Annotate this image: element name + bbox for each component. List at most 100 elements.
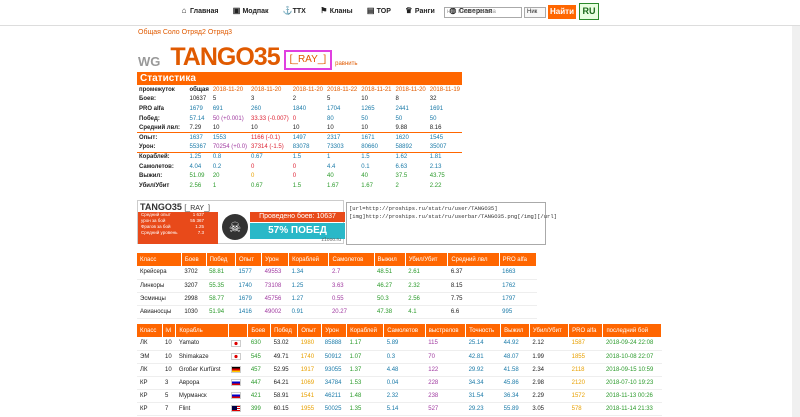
ship-flag bbox=[228, 389, 248, 403]
ship-name[interactable]: Shimakaze bbox=[175, 350, 229, 364]
date-cell: 2018-11-20 bbox=[210, 85, 250, 95]
column-header[interactable]: Боев bbox=[247, 324, 272, 337]
nav-item-3[interactable]: ⚑ Кланы bbox=[320, 4, 352, 18]
column-header[interactable]: Убил/Убит bbox=[405, 253, 449, 266]
column-header[interactable]: Выжил bbox=[500, 324, 530, 337]
clan-tag-link[interactable]: [_RAY_] bbox=[283, 50, 333, 70]
column-header[interactable]: Побед bbox=[206, 253, 237, 266]
ship-name[interactable]: Flint bbox=[175, 402, 229, 416]
stats-value: 10637 bbox=[189, 96, 207, 103]
ship-flag bbox=[228, 402, 248, 416]
stats-value: 8.16 bbox=[429, 124, 442, 131]
column-header[interactable]: Выжил bbox=[374, 253, 406, 266]
ship-row[interactable]: ЛК 10 Großer Kurfürst 457 52.95 1917 93055 1.37… bbox=[137, 363, 662, 377]
ship-cell: 228 bbox=[425, 376, 466, 390]
column-header[interactable]: Побед bbox=[270, 324, 299, 337]
column-header[interactable]: lvl bbox=[162, 324, 177, 337]
ship-name[interactable]: Yamato bbox=[175, 337, 229, 351]
class-row: Авианосцы 1030 51.94 1416 49002 0.91 20.27 47.3… bbox=[137, 305, 537, 319]
stats-value: 57.14 bbox=[189, 115, 205, 122]
column-header[interactable]: Урон bbox=[321, 324, 348, 337]
column-header[interactable]: Корабль bbox=[175, 324, 229, 337]
ship-name[interactable]: Аврора bbox=[175, 376, 229, 390]
nav-item-5[interactable]: ♛ Ранги bbox=[405, 4, 435, 18]
signature-site: z1ooo.ru bbox=[321, 237, 341, 243]
stats-value: 80660 bbox=[361, 144, 378, 151]
column-header[interactable]: Точность bbox=[465, 324, 502, 337]
signature-line: Средний уровень 7.3 bbox=[138, 230, 218, 236]
stats-value: 2.13 bbox=[429, 163, 442, 170]
find-button[interactable]: Найти bbox=[548, 5, 576, 19]
nation-flag-icon bbox=[231, 339, 242, 347]
mods-icon: ▣ bbox=[232, 6, 241, 15]
player-class: WG bbox=[138, 54, 161, 69]
compare-link[interactable]: равнить bbox=[335, 61, 357, 67]
ship-name[interactable]: Мурманск bbox=[175, 389, 229, 403]
column-header[interactable]: Класс bbox=[137, 253, 182, 266]
ship-cell: 50912 bbox=[321, 350, 347, 364]
ship-row[interactable]: ЭМ 10 Shimakaze 545 49.71 1740 50912 1.07 0.3 70 4… bbox=[137, 350, 662, 364]
stats-value: 1553 bbox=[210, 132, 250, 143]
ship-row[interactable]: КР 3 Аврора 447 64.21 1069 34784 1.53 0.04 228 34.… bbox=[137, 376, 662, 390]
column-header[interactable]: PRO alfa bbox=[499, 253, 538, 266]
mode-tabs[interactable]: Общая Соло Отряд2 Отряд3 bbox=[138, 29, 232, 36]
stats-value: 691 bbox=[212, 105, 223, 112]
ship-cell: 2018-11-14 21:33 bbox=[602, 402, 662, 416]
ship-cell: 2118 bbox=[568, 363, 603, 377]
search-type-select[interactable]: Ник bbox=[524, 7, 546, 18]
column-header[interactable]: Самолетов bbox=[328, 253, 375, 266]
stats-value: 1.5 bbox=[359, 151, 394, 162]
scrollbar[interactable] bbox=[792, 26, 800, 417]
stats-value: 1620 bbox=[393, 132, 428, 143]
nav-item-1[interactable]: ▣ Модпак bbox=[232, 4, 269, 18]
column-header[interactable]: Убил/Убит bbox=[529, 324, 570, 337]
class-cell: 1797 bbox=[499, 292, 537, 306]
ship-level: 10 bbox=[162, 350, 176, 364]
ship-cell: 31.54 bbox=[465, 389, 501, 403]
language-button[interactable]: RU bbox=[579, 3, 599, 20]
column-header[interactable]: Опыт bbox=[235, 253, 263, 266]
ship-name[interactable]: Großer Kurfürst bbox=[175, 363, 229, 377]
column-header[interactable]: Самолетов bbox=[383, 324, 426, 337]
skull-icon: ☠ bbox=[222, 214, 248, 240]
column-header[interactable]: последний бой bbox=[602, 324, 662, 337]
stats-value: 5 bbox=[212, 96, 217, 103]
stats-value: 37.5 bbox=[395, 173, 408, 180]
stats-label: Кораблей: bbox=[137, 151, 188, 162]
ship-row[interactable]: КР 5 Мурманск 421 58.91 1541 46211 1.48 2.32 238 3… bbox=[137, 389, 662, 403]
date-cell: 2018-11-20 bbox=[249, 85, 291, 95]
ship-row[interactable]: ЛК 10 Yamato 630 53.02 1980 85888 1.17 5.89 115 25… bbox=[137, 337, 662, 351]
ship-cell: 2018-10-08 22:07 bbox=[602, 350, 662, 364]
class-cell: 3702 bbox=[181, 266, 207, 280]
ship-cell: 52.95 bbox=[270, 363, 298, 377]
column-header[interactable]: Урон bbox=[261, 253, 290, 266]
stats-value: 35007 bbox=[429, 144, 447, 151]
ship-cell: 49.71 bbox=[270, 350, 298, 364]
column-header[interactable]: Опыт bbox=[297, 324, 323, 337]
column-header[interactable] bbox=[228, 324, 249, 337]
search-input[interactable]: ник или тег клана bbox=[444, 7, 522, 18]
column-header[interactable]: выстрелов bbox=[425, 324, 467, 337]
column-header[interactable]: Боев bbox=[181, 253, 207, 266]
class-cell: 48.51 bbox=[374, 266, 406, 280]
column-header[interactable]: Кораблей bbox=[288, 253, 330, 266]
ship-cell: 1572 bbox=[568, 389, 603, 403]
ship-cell: 1.37 bbox=[346, 363, 384, 377]
class-stats-table: Класс Боев Побед Опыт Урон Кораблей Самолетов В… bbox=[137, 253, 538, 319]
ship-row[interactable]: КР 7 Flint 399 60.15 1955 50025 1.35 5.14 527 29.2… bbox=[137, 402, 662, 416]
class-cell: 1.34 bbox=[288, 266, 329, 280]
class-cell: 7.75 bbox=[447, 292, 500, 306]
nav-item-0[interactable]: ⌂ Главная bbox=[180, 4, 219, 18]
class-cell: 8.15 bbox=[447, 279, 500, 293]
ship-cell: 2018-09-24 22:08 bbox=[602, 337, 662, 351]
column-header[interactable]: Кораблей bbox=[346, 324, 385, 337]
ship-level: 3 bbox=[162, 376, 176, 390]
nav-item-4[interactable]: ▤ TOP bbox=[367, 4, 391, 18]
nav-item-2[interactable]: ⚓ ТТХ bbox=[283, 4, 306, 18]
class-cell: Авианосцы bbox=[137, 305, 182, 319]
column-header[interactable]: Класс bbox=[137, 324, 163, 337]
column-header[interactable]: Средний лвл bbox=[447, 253, 500, 266]
ship-class: ЭМ bbox=[137, 350, 163, 364]
bbcode-textarea[interactable]: [url=http://proships.ru/stat/ru/user/TAN… bbox=[346, 202, 557, 245]
column-header[interactable]: PRO alfa bbox=[568, 324, 604, 337]
